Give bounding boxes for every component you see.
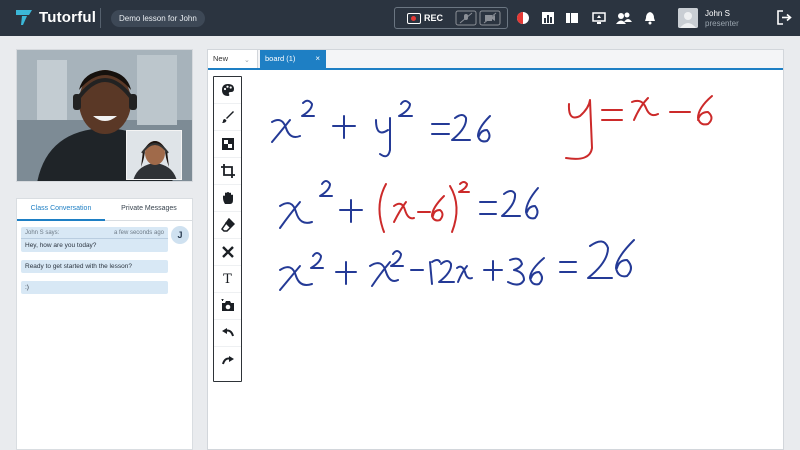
user-avatar[interactable]: [678, 8, 698, 28]
new-board-label: New: [213, 54, 229, 63]
stats-icon[interactable]: [541, 11, 555, 25]
message-text: Ready to get started with the lesson?: [25, 263, 132, 270]
mute-mic-icon[interactable]: [455, 10, 477, 26]
board-tab-label: board (1): [265, 54, 296, 63]
lesson-title: Demo lesson for John: [111, 10, 205, 27]
chat-message: John S says: a few seconds ago Hey, how …: [21, 227, 168, 252]
student-video-image: [127, 131, 181, 179]
record-icon: [407, 12, 421, 24]
top-bar: Tutorful Demo lesson for John REC John S…: [0, 0, 800, 36]
recording-controls: REC: [394, 7, 508, 29]
message-header: John S says: a few seconds ago: [21, 227, 168, 239]
text-icon: T: [223, 271, 232, 287]
avatar-placeholder-icon: [678, 8, 698, 28]
tab-board-1[interactable]: board (1) ×: [260, 50, 326, 68]
logout-icon[interactable]: [777, 10, 792, 25]
user-name: John S: [705, 9, 730, 18]
crop-tool[interactable]: [214, 158, 241, 185]
chat-author-avatar: J: [171, 226, 189, 244]
chat-panel: Class Conversation Private Messages John…: [16, 198, 193, 450]
board-tab-bar: New ⌄ board (1) ×: [208, 50, 783, 70]
screen-share-icon[interactable]: [592, 11, 606, 25]
record-label: REC: [424, 13, 444, 23]
chat-tabs: Class Conversation Private Messages: [17, 199, 192, 221]
image-tool[interactable]: [214, 293, 241, 320]
undo-icon: [221, 328, 234, 337]
pan-tool[interactable]: [214, 185, 241, 212]
clear-icon: [221, 246, 234, 258]
layout-icon[interactable]: [565, 11, 579, 25]
brush-icon: [221, 111, 234, 123]
fill-icon: [221, 138, 234, 150]
chat-message: :): [21, 281, 168, 294]
palette-tool[interactable]: [214, 77, 241, 104]
whiteboard[interactable]: New ⌄ board (1) ×: [207, 49, 784, 450]
hand-icon: [222, 192, 233, 204]
tab-private-messages[interactable]: Private Messages: [105, 199, 193, 221]
participants-icon[interactable]: [616, 11, 632, 25]
notifications-bell-icon[interactable]: [643, 11, 657, 25]
student-video-pip[interactable]: [126, 130, 182, 180]
message-author: John S says:: [25, 230, 60, 236]
new-board-button[interactable]: New ⌄: [208, 50, 258, 68]
redo-icon: [221, 355, 234, 364]
chat-message: Ready to get started with the lesson?: [21, 260, 168, 273]
drawing-toolbar: T: [213, 76, 242, 382]
eraser-icon: [220, 218, 235, 232]
divider: [100, 8, 101, 28]
undo-tool[interactable]: [214, 320, 241, 347]
fill-tool[interactable]: [214, 131, 241, 158]
brand-logo[interactable]: Tutorful: [14, 7, 96, 27]
message-text: :): [25, 284, 29, 291]
mute-camera-icon[interactable]: [479, 10, 501, 26]
crop-icon: [220, 164, 235, 178]
tutorful-logo-icon: [16, 10, 32, 25]
clear-tool[interactable]: [214, 239, 241, 266]
close-icon[interactable]: ×: [315, 50, 320, 68]
eraser-tool[interactable]: [214, 212, 241, 239]
camera-icon: [220, 299, 234, 311]
text-tool[interactable]: T: [214, 266, 241, 293]
palette-icon: [221, 84, 234, 96]
status-indicator-icon[interactable]: [516, 11, 530, 25]
message-text: Hey, how are you today?: [25, 242, 97, 249]
message-time: a few seconds ago: [113, 230, 164, 236]
brand-name: Tutorful: [39, 8, 97, 26]
redo-tool[interactable]: [214, 347, 241, 374]
brush-tool[interactable]: [214, 104, 241, 131]
record-button[interactable]: REC: [395, 12, 455, 24]
tab-class-conversation[interactable]: Class Conversation: [17, 199, 105, 221]
chevron-down-icon[interactable]: ⌄: [244, 52, 250, 70]
user-role: presenter: [705, 19, 739, 28]
